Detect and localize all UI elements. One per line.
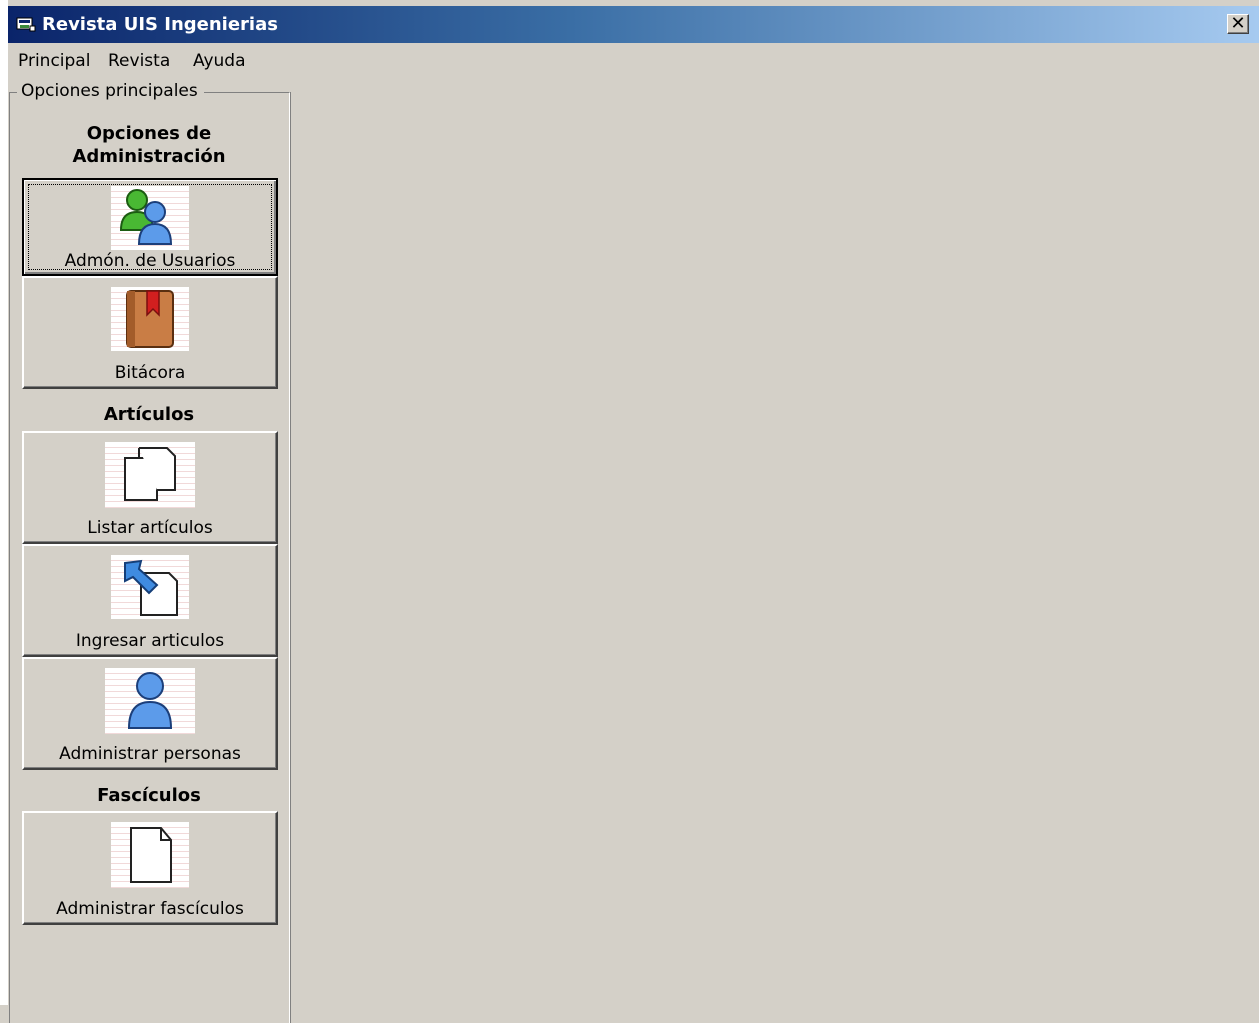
tile-label: Bitácora xyxy=(114,363,186,383)
section-heading-administration: Opciones de Administración xyxy=(72,123,226,167)
manage-people-button[interactable]: Administrar personas xyxy=(22,657,278,770)
book-icon xyxy=(111,287,189,351)
person-icon xyxy=(105,668,195,734)
add-articles-button[interactable]: Ingresar articulos xyxy=(22,544,278,657)
bitacora-button[interactable]: Bitácora xyxy=(22,276,278,389)
menu-ayuda[interactable]: Ayuda xyxy=(193,50,246,72)
users-admin-button[interactable]: Admón. de Usuarios xyxy=(22,178,278,276)
window-title: Revista UIS Ingenierias xyxy=(42,14,278,35)
app-icon xyxy=(16,17,36,32)
manage-issues-button[interactable]: Administrar fascículos xyxy=(22,811,278,925)
main-window: Revista UIS Ingenierias ✕ Principal Revi… xyxy=(8,0,1259,1023)
list-articles-button[interactable]: Listar artículos xyxy=(22,431,278,544)
tile-label: Administrar fascículos xyxy=(56,899,244,919)
menu-principal[interactable]: Principal xyxy=(18,50,90,72)
group-legend: Opciones principales xyxy=(17,80,204,102)
documents-icon xyxy=(105,442,195,508)
tile-label: Admón. de Usuarios xyxy=(64,251,236,271)
menu-revista[interactable]: Revista xyxy=(108,50,170,72)
window-left-edge xyxy=(0,0,8,1005)
close-icon: ✕ xyxy=(1230,13,1246,34)
section-heading-issues: Fascículos xyxy=(97,785,201,806)
users-icon xyxy=(111,186,189,250)
import-document-icon xyxy=(111,555,189,619)
title-bar[interactable]: Revista UIS Ingenierias ✕ xyxy=(8,6,1259,43)
tile-label: Administrar personas xyxy=(59,744,241,764)
tile-label: Ingresar articulos xyxy=(75,631,225,651)
close-button[interactable]: ✕ xyxy=(1227,14,1249,34)
document-icon xyxy=(111,822,189,888)
section-heading-articles: Artículos xyxy=(103,404,195,425)
tile-label: Listar artículos xyxy=(87,518,213,538)
